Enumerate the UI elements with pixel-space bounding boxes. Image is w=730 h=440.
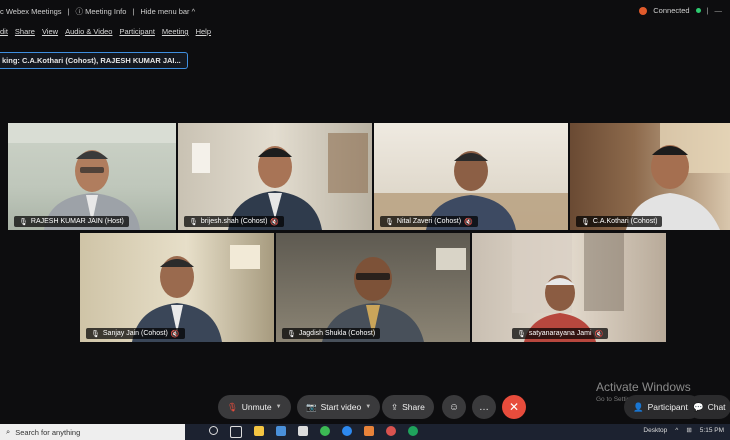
- network-icon[interactable]: ⊞: [686, 426, 691, 434]
- windows-taskbar: ⌕ Search for anything Desktop ^ ⊞ 5:15 P…: [0, 424, 730, 440]
- video-tile-rajesh[interactable]: 🎙 RAJESH KUMAR JAIN (Host): [8, 123, 176, 230]
- chevron-down-icon: ▼: [365, 404, 372, 410]
- more-options-button[interactable]: …: [472, 395, 496, 419]
- participant-video: [512, 233, 624, 342]
- share-icon: ⇪: [391, 401, 399, 412]
- menu-edit[interactable]: dit: [0, 27, 8, 41]
- microphone-icon: 🎙: [581, 218, 590, 226]
- menu-participant[interactable]: Participant: [119, 27, 154, 41]
- task-view-icon[interactable]: [230, 426, 242, 438]
- microphone-icon: 🎙: [385, 218, 394, 226]
- muted-icon: 🔇: [170, 330, 180, 338]
- muted-icon: 🔇: [594, 330, 604, 338]
- participant-video: [192, 133, 368, 230]
- app-title: c Webex Meetings: [0, 6, 62, 16]
- system-tray: Desktop ^ ⊞ 5:15 PM: [643, 426, 724, 435]
- video-tile-brijesh[interactable]: 🎙 brijesh.shah (Cohost) 🔇: [178, 123, 372, 230]
- participant-video: [626, 123, 730, 230]
- participant-label: 🎙 RAJESH KUMAR JAIN (Host): [14, 216, 129, 227]
- microphone-muted-icon: 🎙: [227, 401, 238, 412]
- microphone-icon: 🎙: [91, 330, 100, 338]
- window-title-bar: c Webex Meetings | ⓘ Meeting Info | Hide…: [0, 6, 723, 17]
- participant-video: [132, 245, 260, 342]
- participant-video: [322, 248, 466, 342]
- chat-icon: 💬: [693, 401, 704, 412]
- store-icon[interactable]: [298, 426, 308, 436]
- search-icon: ⌕: [6, 427, 11, 436]
- menu-view[interactable]: View: [42, 27, 58, 41]
- chevron-up-icon[interactable]: ^: [675, 427, 678, 434]
- webex-icon[interactable]: [408, 426, 418, 436]
- taskbar-apps: [209, 426, 418, 438]
- video-tile-jagdish[interactable]: 🎙 Jagdish Shukla (Cohost): [276, 233, 470, 342]
- cortana-icon[interactable]: [209, 426, 218, 435]
- chat-button[interactable]: 💬 Chat: [688, 395, 730, 419]
- participant-label: 🎙 Nital Zaveri (Cohost) 🔇: [380, 216, 478, 227]
- reactions-button[interactable]: ☺: [442, 395, 466, 419]
- menu-audio-video[interactable]: Audio & Video: [65, 27, 112, 41]
- participant-video: [8, 123, 176, 230]
- video-off-icon: 📷: [306, 401, 317, 412]
- microphone-icon: 🎙: [287, 330, 296, 338]
- share-button[interactable]: ⇪ Share: [382, 395, 434, 419]
- file-explorer-icon[interactable]: [254, 426, 264, 436]
- muted-icon: 🔇: [270, 218, 280, 226]
- leave-meeting-button[interactable]: ✕: [502, 395, 526, 419]
- menu-share[interactable]: Share: [15, 27, 35, 41]
- speaking-indicator: king: C.A.Kothari (Cohost), RAJESH KUMAR…: [0, 52, 188, 69]
- connection-icon: [639, 6, 648, 15]
- chrome-icon[interactable]: [320, 426, 330, 436]
- microphone-icon: 🎙: [19, 218, 28, 226]
- participant-label: 🎙 Jagdish Shukla (Cohost): [282, 328, 381, 339]
- paint-icon[interactable]: [364, 426, 374, 436]
- smiley-icon: ☺: [448, 401, 460, 413]
- more-icon: …: [479, 401, 489, 413]
- menu-bar: dit Share View Audio & Video Participant…: [0, 27, 211, 41]
- clock[interactable]: 5:15 PM: [700, 427, 724, 434]
- video-tile-sanjay[interactable]: 🎙 Sanjay Jain (Cohost) 🔇: [80, 233, 274, 342]
- video-tile-nital[interactable]: 🎙 Nital Zaveri (Cohost) 🔇: [374, 123, 568, 230]
- menu-help[interactable]: Help: [196, 27, 211, 41]
- start-video-button[interactable]: 📷 Start video ▼: [297, 395, 381, 419]
- window-dash-button[interactable]: —: [715, 6, 723, 15]
- microphone-icon: 🎙: [189, 218, 198, 226]
- unmute-button[interactable]: 🎙 Unmute ▼: [218, 395, 291, 419]
- edge-icon[interactable]: [342, 426, 352, 436]
- person-icon: 👤: [633, 401, 644, 412]
- participant-label: 🎙 C.A.Kothari (Cohost): [576, 216, 663, 227]
- video-tile-kothari[interactable]: 🎙 C.A.Kothari (Cohost): [570, 123, 730, 230]
- hide-menu-bar-link[interactable]: Hide menu bar ^: [140, 7, 195, 16]
- participant-label: 🎙 Sanjay Jain (Cohost) 🔇: [86, 328, 185, 339]
- video-tile-satyanarayana[interactable]: 🎙 satyanarayana Jami 🔇: [472, 233, 666, 342]
- close-icon: ✕: [508, 400, 520, 414]
- meeting-info-link[interactable]: ⓘ Meeting Info: [76, 6, 127, 17]
- meeting-controls: 🎙 Unmute ▼ 📷 Start video ▼ ⇪ Share ☺ … ✕…: [0, 395, 730, 421]
- participant-label: 🎙 brijesh.shah (Cohost) 🔇: [184, 216, 285, 227]
- app-icon[interactable]: [386, 426, 396, 436]
- participant-video: [374, 151, 568, 230]
- muted-icon: 🔇: [464, 218, 473, 226]
- status-dot: [695, 8, 701, 13]
- connection-status: Connected: [653, 6, 690, 15]
- calendar-icon[interactable]: [276, 426, 286, 436]
- taskbar-search[interactable]: ⌕ Search for anything: [0, 424, 185, 440]
- chevron-down-icon: ▼: [275, 404, 282, 410]
- desktop-toolbar[interactable]: Desktop: [643, 427, 667, 434]
- menu-meeting[interactable]: Meeting: [162, 27, 189, 41]
- microphone-icon: 🎙: [517, 330, 526, 338]
- minimize-button[interactable]: |: [707, 6, 709, 15]
- participant-label: 🎙 satyanarayana Jami 🔇: [512, 328, 609, 339]
